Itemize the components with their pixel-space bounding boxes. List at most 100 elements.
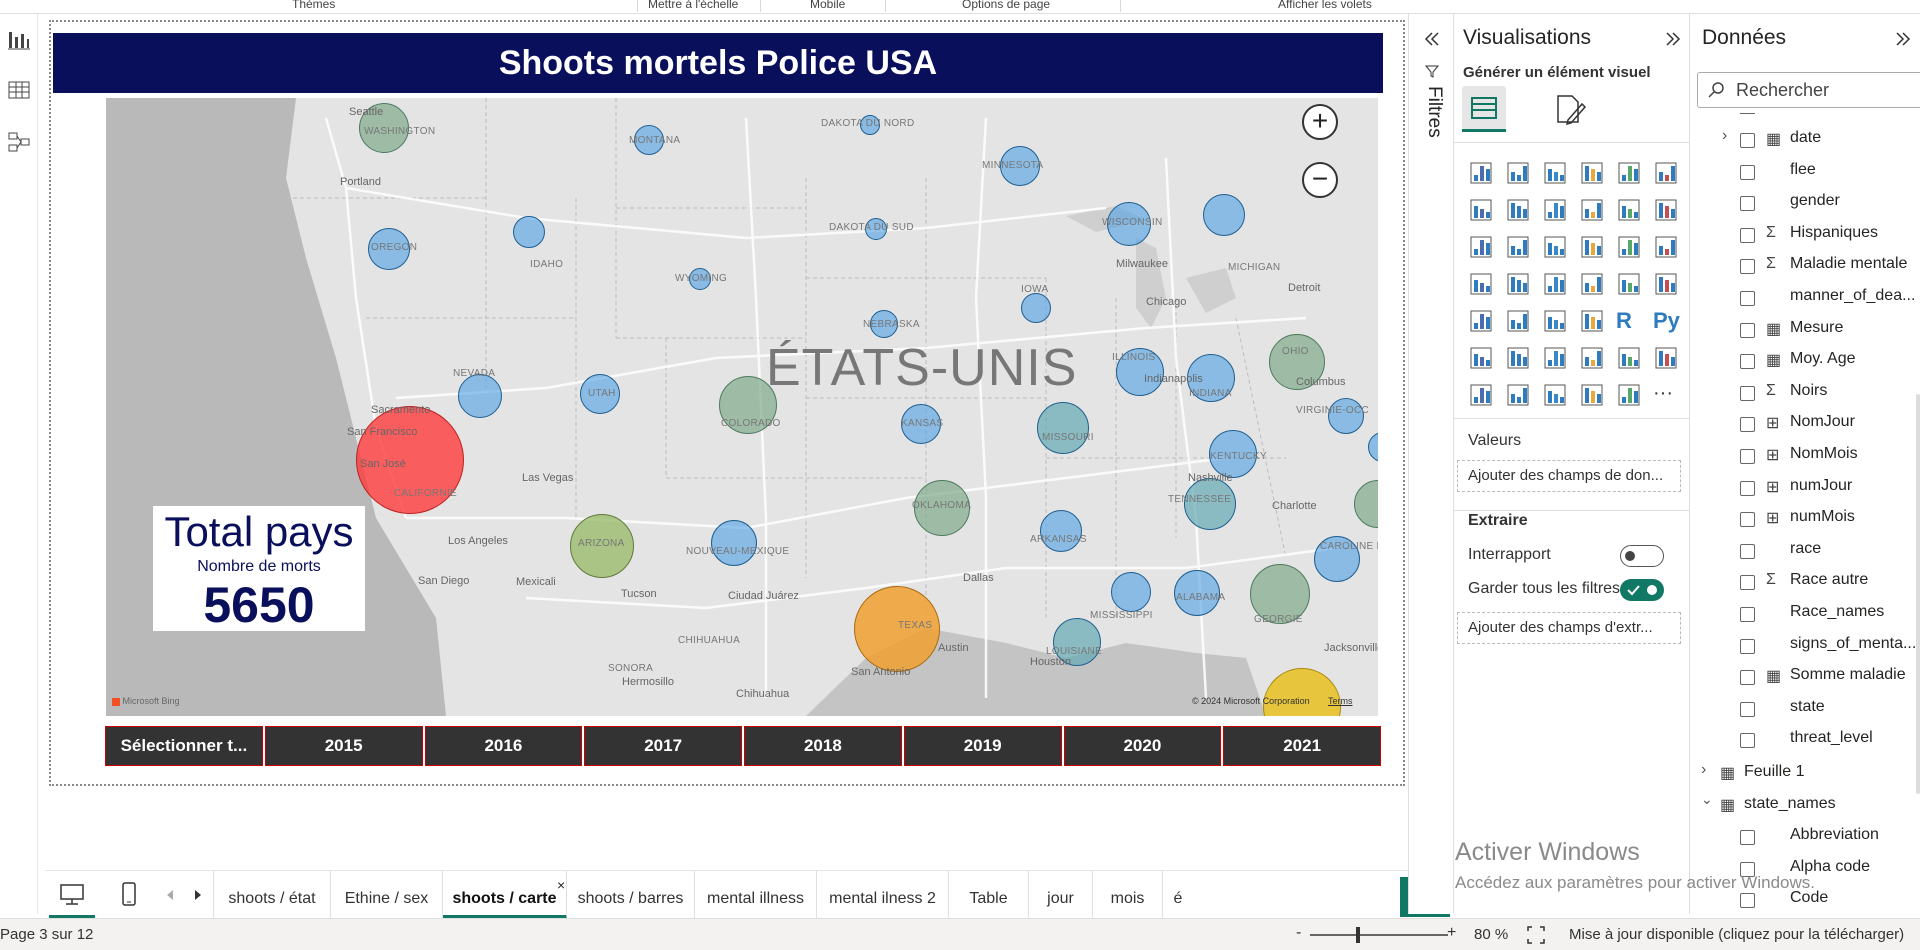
stacked-area-icon[interactable] bbox=[1542, 197, 1568, 223]
data-pane-scrollbar[interactable] bbox=[1916, 394, 1920, 794]
keep-filters-toggle[interactable] bbox=[1620, 579, 1664, 601]
scatter-icon[interactable] bbox=[1542, 234, 1568, 260]
ribbon-page-options[interactable]: Options de page bbox=[962, 0, 1050, 11]
field-name[interactable]: threat_level bbox=[1790, 729, 1873, 747]
year-2019[interactable]: 2019 bbox=[903, 726, 1062, 766]
ribbon-scale[interactable]: Mettre à l'échelle bbox=[648, 0, 738, 11]
decomposition-icon[interactable] bbox=[1505, 345, 1531, 371]
kpi-icon[interactable] bbox=[1468, 308, 1494, 334]
python-visual-icon[interactable]: Py bbox=[1653, 308, 1680, 334]
field-name[interactable]: Mesure bbox=[1790, 319, 1843, 337]
field-checkbox[interactable] bbox=[1740, 322, 1755, 338]
ribbon-show-panes[interactable]: Afficher les volets bbox=[1278, 0, 1372, 11]
data-search-input[interactable]: Rechercher bbox=[1697, 72, 1920, 108]
stacked-bar-icon[interactable] bbox=[1468, 160, 1494, 186]
report-view-icon[interactable] bbox=[7, 28, 31, 52]
gauge-icon[interactable] bbox=[1579, 271, 1605, 297]
line-column-icon[interactable] bbox=[1579, 197, 1605, 223]
zoom-in-button[interactable]: + bbox=[1302, 104, 1338, 140]
zoom-out-button[interactable]: − bbox=[1302, 162, 1338, 198]
tab-shoots-carte[interactable]: shoots / carte bbox=[443, 871, 567, 919]
field-checkbox[interactable] bbox=[1740, 575, 1755, 591]
year-2015[interactable]: 2015 bbox=[264, 726, 423, 766]
table-name[interactable]: Feuille 1 bbox=[1744, 763, 1804, 781]
fit-page-icon[interactable] bbox=[1527, 926, 1545, 944]
field-checkbox[interactable] bbox=[1740, 638, 1755, 654]
field-name[interactable]: numMois bbox=[1790, 508, 1855, 526]
tab-ethine-sex[interactable]: Ethine / sex bbox=[331, 871, 443, 919]
field-name[interactable]: Race_names bbox=[1790, 603, 1884, 621]
field-name[interactable]: NomMois bbox=[1790, 445, 1858, 463]
matrix-icon[interactable] bbox=[1579, 308, 1605, 334]
tab-table[interactable]: Table bbox=[949, 871, 1029, 919]
field-name[interactable]: flee bbox=[1790, 161, 1816, 179]
filters-pane-collapsed[interactable]: Filtres bbox=[1408, 14, 1454, 914]
field-checkbox[interactable] bbox=[1740, 196, 1755, 212]
collapse-data-icon[interactable] bbox=[1894, 30, 1912, 48]
field-name[interactable]: state bbox=[1790, 698, 1825, 716]
field-checkbox[interactable] bbox=[1740, 449, 1755, 464]
field-checkbox[interactable] bbox=[1740, 893, 1755, 909]
map-bubble-nevada[interactable] bbox=[458, 374, 502, 418]
field-checkbox[interactable] bbox=[1740, 385, 1755, 401]
field-checkbox[interactable] bbox=[1740, 670, 1755, 686]
r-visual-icon[interactable]: R bbox=[1616, 308, 1642, 334]
line-clustered-icon[interactable] bbox=[1616, 197, 1642, 223]
map-icon[interactable] bbox=[1468, 271, 1494, 297]
kpi-card[interactable]: Total pays Nombre de morts 5650 bbox=[153, 506, 365, 633]
field-name[interactable]: Maladie mentale bbox=[1790, 255, 1907, 273]
zoom-in-icon[interactable]: + bbox=[1447, 924, 1456, 942]
tab-close-icon[interactable]: × bbox=[557, 877, 565, 893]
desktop-layout-icon[interactable] bbox=[59, 883, 85, 907]
field-name[interactable]: manner_of_dea... bbox=[1790, 287, 1915, 305]
tab-next-icon[interactable] bbox=[193, 889, 203, 901]
field-checkbox[interactable] bbox=[1740, 512, 1755, 528]
field-checkbox[interactable] bbox=[1740, 354, 1755, 370]
field-checkbox[interactable] bbox=[1740, 133, 1755, 148]
power-apps-icon[interactable] bbox=[1468, 382, 1494, 408]
field-name[interactable]: Hispaniques bbox=[1790, 224, 1878, 242]
field-checkbox[interactable] bbox=[1740, 480, 1755, 496]
more-c-icon[interactable] bbox=[1616, 382, 1642, 408]
field-checkbox[interactable] bbox=[1740, 259, 1755, 275]
expand-date-icon[interactable]: › bbox=[1722, 127, 1727, 145]
format-visual-icon[interactable] bbox=[1552, 92, 1588, 128]
field-checkbox[interactable] bbox=[1740, 417, 1755, 433]
ribbon-icon[interactable] bbox=[1653, 197, 1679, 223]
field-checkbox-partial[interactable] bbox=[1740, 108, 1755, 114]
field-checkbox[interactable] bbox=[1740, 543, 1755, 559]
field-checkbox[interactable] bbox=[1740, 227, 1755, 243]
expand-table-icon[interactable]: › bbox=[1701, 761, 1706, 779]
year-2020[interactable]: 2020 bbox=[1063, 726, 1222, 766]
smart-narrative-icon[interactable] bbox=[1579, 345, 1605, 371]
line-icon[interactable] bbox=[1468, 197, 1494, 223]
more-b-icon[interactable] bbox=[1579, 382, 1605, 408]
100-bar-icon[interactable] bbox=[1616, 160, 1642, 186]
map-bubble-virginia[interactable] bbox=[1328, 398, 1364, 434]
build-visual-tab[interactable] bbox=[1462, 86, 1506, 130]
field-checkbox[interactable] bbox=[1740, 607, 1755, 622]
treemap-icon[interactable] bbox=[1653, 234, 1679, 260]
paginated-icon[interactable] bbox=[1616, 345, 1642, 371]
map-bubble-missouri[interactable] bbox=[1037, 402, 1089, 454]
field-name[interactable]: Moy. Age bbox=[1790, 350, 1856, 368]
collapse-viz-icon[interactable] bbox=[1664, 30, 1682, 48]
stacked-column-icon[interactable] bbox=[1505, 160, 1531, 186]
field-name[interactable]: Somme maladie bbox=[1790, 666, 1906, 684]
field-name[interactable]: gender bbox=[1790, 192, 1840, 210]
tab-mois[interactable]: mois bbox=[1093, 871, 1163, 919]
field-name[interactable]: Noirs bbox=[1790, 382, 1827, 400]
waterfall-icon[interactable] bbox=[1468, 234, 1494, 260]
values-drop-zone[interactable]: Ajouter des champs de don... bbox=[1457, 460, 1681, 492]
table-view-icon[interactable] bbox=[7, 78, 31, 102]
map-bubble-michigan[interactable] bbox=[1203, 194, 1245, 236]
multi-row-card-icon[interactable] bbox=[1653, 271, 1679, 297]
field-name[interactable]: signs_of_menta... bbox=[1790, 635, 1916, 653]
tab-shoots-etat[interactable]: shoots / état bbox=[213, 871, 331, 919]
table-name[interactable]: state_names bbox=[1744, 795, 1836, 813]
zoom-slider[interactable] bbox=[1310, 934, 1448, 936]
map-bubble-arkansas[interactable] bbox=[1040, 510, 1082, 552]
more-visuals-icon[interactable]: ··· bbox=[1653, 382, 1679, 408]
funnel-icon[interactable] bbox=[1505, 234, 1531, 260]
field-name[interactable]: Race autre bbox=[1790, 571, 1868, 589]
